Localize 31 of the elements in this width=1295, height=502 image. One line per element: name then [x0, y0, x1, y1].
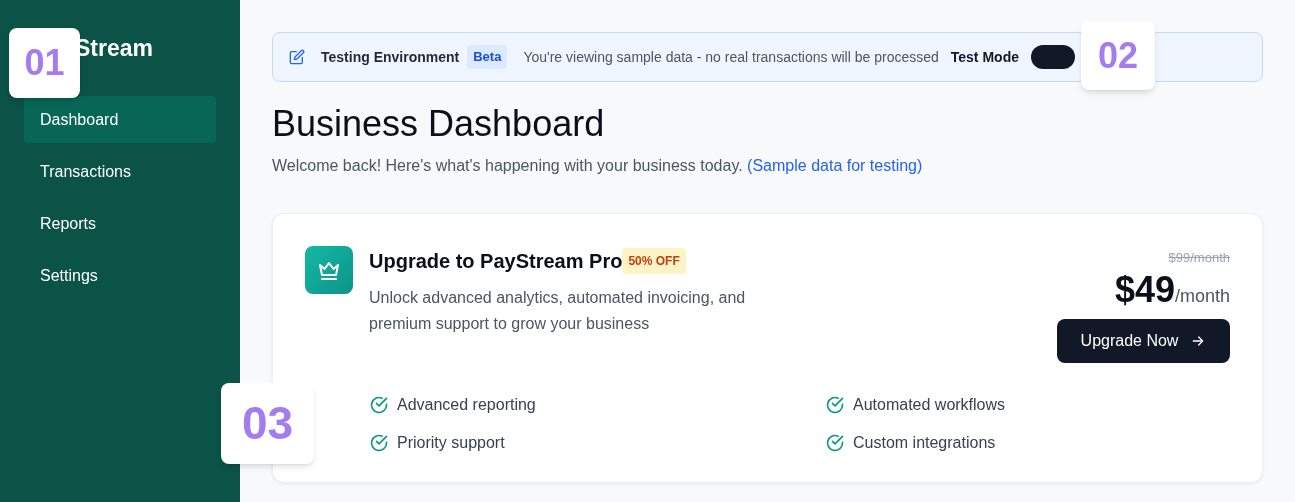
feature-label: Advanced reporting [397, 394, 536, 415]
page-subtitle: Welcome back! Here's what's happening with your business today. (Sample data for testing) [272, 156, 924, 176]
nav-item[interactable]: Reports [24, 200, 216, 247]
discount-badge: 50% OFF [622, 248, 686, 274]
edit-icon [289, 49, 305, 65]
banner-title: Testing Environment [321, 47, 460, 67]
check-circle-icon [369, 432, 389, 453]
current-price: $49/month [1114, 269, 1230, 310]
card-description: Unlock advanced analytics, automated invoicing, and premium support to grow your business [369, 288, 747, 334]
page-title: Business Dashboard [272, 102, 606, 146]
feature-label: Priority support [397, 432, 505, 453]
step-marker: 03 [221, 383, 314, 464]
check-circle-icon [369, 394, 389, 415]
step-marker: 02 [1081, 21, 1155, 90]
crown-tile-icon [305, 246, 353, 294]
banner-message: You're viewing sample data - no real transactions will be processed [523, 47, 939, 67]
check-circle-icon [825, 394, 845, 415]
sample-data-link[interactable]: (Sample data for testing) [747, 157, 923, 174]
toggle-label: Test Mode [950, 47, 1019, 67]
upgrade-now-button[interactable]: Upgrade Now [1057, 318, 1230, 363]
beta-badge: Beta [467, 45, 508, 69]
feature-label: Custom integrations [853, 432, 996, 453]
nav-item[interactable]: Settings [24, 252, 216, 299]
card-title: Upgrade to PayStream Pro [369, 249, 623, 274]
nav-item[interactable]: Dashboard [24, 96, 216, 143]
check-circle-icon [825, 432, 845, 453]
feature-label: Automated workflows [853, 394, 1006, 415]
original-price: $99/month [1168, 249, 1230, 267]
test-mode-toggle[interactable] [1031, 45, 1075, 69]
nav-item[interactable]: Transactions [24, 148, 216, 195]
step-marker: 01 [9, 28, 80, 98]
